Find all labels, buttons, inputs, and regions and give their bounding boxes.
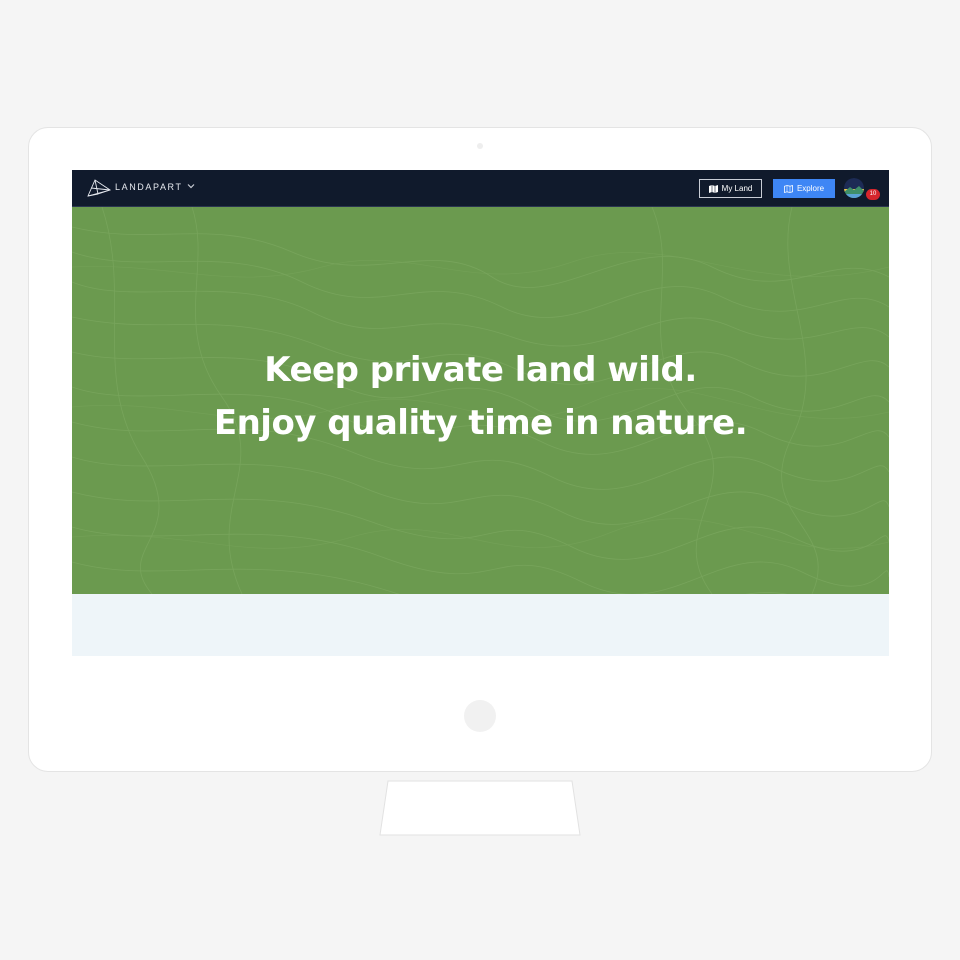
chevron-down-icon[interactable] (185, 180, 197, 192)
notification-badge[interactable]: 10 (866, 189, 880, 200)
content-section (72, 594, 889, 656)
hero-headline-line-1: Keep private land wild. (264, 350, 697, 390)
my-land-label: My Land (721, 184, 753, 193)
my-land-button[interactable]: My Land (699, 179, 762, 198)
explore-button[interactable]: Explore (773, 179, 835, 198)
brand-name[interactable]: LANDAPART (115, 182, 183, 192)
screen: LANDAPART My Land Explore 10 Keep privat… (72, 170, 889, 656)
camera-dot (477, 143, 483, 149)
map-outline-icon (784, 184, 793, 193)
user-avatar[interactable] (844, 178, 864, 198)
landapart-logo-icon[interactable] (86, 178, 112, 198)
hero-headline-line-2: Enjoy quality time in nature. (213, 403, 748, 443)
topographic-pattern (72, 207, 889, 594)
top-navbar: LANDAPART My Land Explore 10 (72, 170, 889, 207)
hero-banner: Keep private land wild. Enjoy quality ti… (72, 207, 889, 594)
explore-label: Explore (796, 184, 825, 193)
device-mockup: LANDAPART My Land Explore 10 Keep privat… (0, 0, 960, 960)
monitor-button (464, 700, 496, 732)
map-icon (708, 184, 718, 193)
